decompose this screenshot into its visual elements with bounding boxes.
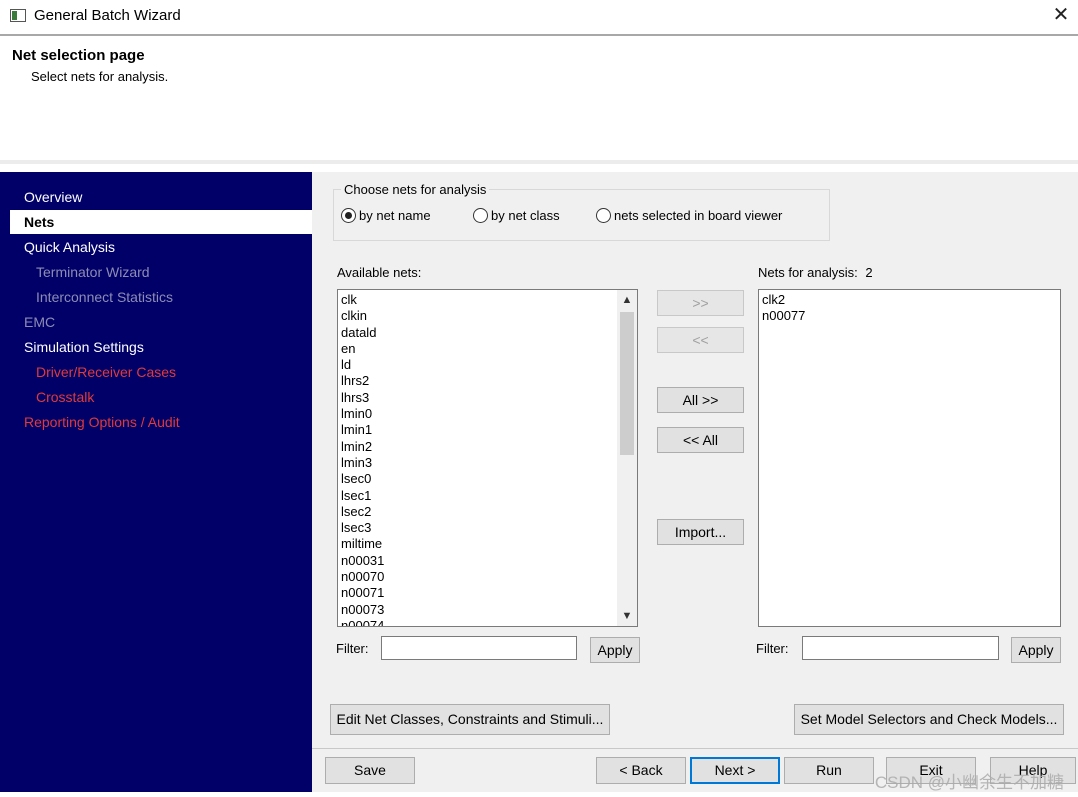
list-item[interactable]: n00073 xyxy=(338,602,637,618)
available-apply-button[interactable]: Apply xyxy=(590,637,640,663)
list-item[interactable]: lmin3 xyxy=(338,455,637,471)
scroll-up-icon[interactable]: ▲ xyxy=(617,290,637,310)
sidebar-item-quick-analysis[interactable]: Quick Analysis xyxy=(24,235,115,259)
sidebar: Overview Nets Quick Analysis Terminator … xyxy=(0,172,312,792)
title-bar: General Batch Wizard ✕ xyxy=(0,0,1078,36)
list-item[interactable]: ld xyxy=(338,357,637,373)
page-title: Net selection page xyxy=(12,47,145,64)
nets-for-analysis-title: Nets for analysis: xyxy=(758,265,858,280)
sidebar-item-emc[interactable]: EMC xyxy=(24,310,55,334)
radio-label: by net name xyxy=(359,208,431,223)
nets-for-analysis-list[interactable]: clk2 n00077 xyxy=(758,289,1061,627)
radio-label: nets selected in board viewer xyxy=(614,208,783,223)
list-item[interactable]: datald xyxy=(338,325,637,341)
close-icon[interactable]: ✕ xyxy=(1050,4,1072,26)
back-button[interactable]: < Back xyxy=(596,757,686,784)
list-item[interactable]: lsec2 xyxy=(338,504,637,520)
main-content: Choose nets for analysis by net name by … xyxy=(312,172,1078,792)
exit-button[interactable]: Exit xyxy=(886,757,976,784)
list-item[interactable]: lsec0 xyxy=(338,471,637,487)
page-header: Net selection page Select nets for analy… xyxy=(0,38,1078,164)
scroll-thumb[interactable] xyxy=(620,312,634,455)
list-item[interactable]: clkin xyxy=(338,308,637,324)
list-item[interactable]: clk2 xyxy=(759,292,1060,308)
next-button[interactable]: Next > xyxy=(690,757,780,784)
help-button[interactable]: Help xyxy=(990,757,1076,784)
set-model-selectors-button[interactable]: Set Model Selectors and Check Models... xyxy=(794,704,1064,735)
choose-nets-group: Choose nets for analysis by net name by … xyxy=(333,182,830,241)
radio-by-net-class[interactable]: by net class xyxy=(473,208,560,223)
list-item[interactable]: n00070 xyxy=(338,569,637,585)
sidebar-item-overview[interactable]: Overview xyxy=(24,185,82,209)
available-filter-label: Filter: xyxy=(336,641,369,656)
list-item[interactable]: n00074 xyxy=(338,618,637,626)
list-item[interactable]: lsec3 xyxy=(338,520,637,536)
radio-nets-selected-in-board-viewer[interactable]: nets selected in board viewer xyxy=(596,208,782,223)
run-button[interactable]: Run xyxy=(784,757,874,784)
list-item[interactable]: lmin0 xyxy=(338,406,637,422)
remove-all-button[interactable]: << All xyxy=(657,427,744,453)
analysis-nets-items: clk2 n00077 xyxy=(759,290,1060,325)
edit-net-classes-button[interactable]: Edit Net Classes, Constraints and Stimul… xyxy=(330,704,610,735)
analysis-filter-label: Filter: xyxy=(756,641,789,656)
sidebar-item-terminator-wizard[interactable]: Terminator Wizard xyxy=(36,260,150,284)
list-item[interactable]: clk xyxy=(338,292,637,308)
sidebar-item-interconnect-statistics[interactable]: Interconnect Statistics xyxy=(36,285,173,309)
window-title: General Batch Wizard xyxy=(34,7,181,24)
list-item[interactable]: en xyxy=(338,341,637,357)
remove-net-button[interactable]: << xyxy=(657,327,744,353)
list-item[interactable]: miltime xyxy=(338,536,637,552)
available-nets-items: clk clkin datald en ld lhrs2 lhrs3 lmin0… xyxy=(338,290,637,626)
radio-unselected-icon xyxy=(596,208,611,223)
sidebar-item-nets[interactable]: Nets xyxy=(10,210,312,234)
footer-divider xyxy=(312,748,1078,749)
choose-nets-legend: Choose nets for analysis xyxy=(341,182,490,197)
sidebar-item-driver-receiver-cases[interactable]: Driver/Receiver Cases xyxy=(36,360,176,384)
list-item[interactable]: lhrs3 xyxy=(338,390,637,406)
available-nets-list[interactable]: clk clkin datald en ld lhrs2 lhrs3 lmin0… xyxy=(337,289,638,627)
add-net-button[interactable]: >> xyxy=(657,290,744,316)
scroll-down-icon[interactable]: ▼ xyxy=(617,606,637,626)
sidebar-item-simulation-settings[interactable]: Simulation Settings xyxy=(24,335,144,359)
page-subtitle: Select nets for analysis. xyxy=(31,69,169,84)
analysis-apply-button[interactable]: Apply xyxy=(1011,637,1061,663)
list-item[interactable]: lhrs2 xyxy=(338,373,637,389)
radio-by-net-name[interactable]: by net name xyxy=(341,208,431,223)
list-item[interactable]: n00031 xyxy=(338,553,637,569)
radio-label: by net class xyxy=(491,208,560,223)
nets-for-analysis-label: Nets for analysis: 2 xyxy=(758,265,873,280)
radio-unselected-icon xyxy=(473,208,488,223)
add-all-button[interactable]: All >> xyxy=(657,387,744,413)
list-item[interactable]: lmin1 xyxy=(338,422,637,438)
nets-for-analysis-count: 2 xyxy=(865,265,873,280)
sidebar-item-reporting-options[interactable]: Reporting Options / Audit xyxy=(24,410,180,434)
radio-selected-icon xyxy=(341,208,356,223)
list-item[interactable]: lmin2 xyxy=(338,439,637,455)
save-button[interactable]: Save xyxy=(325,757,415,784)
import-button[interactable]: Import... xyxy=(657,519,744,545)
app-icon xyxy=(10,9,26,22)
available-nets-label: Available nets: xyxy=(337,265,422,280)
available-filter-input[interactable] xyxy=(381,636,577,660)
available-nets-scrollbar[interactable]: ▲ ▼ xyxy=(617,290,637,626)
list-item[interactable]: n00071 xyxy=(338,585,637,601)
sidebar-item-crosstalk[interactable]: Crosstalk xyxy=(36,385,94,409)
list-item[interactable]: n00077 xyxy=(759,308,1060,324)
list-item[interactable]: lsec1 xyxy=(338,488,637,504)
analysis-filter-input[interactable] xyxy=(802,636,999,660)
